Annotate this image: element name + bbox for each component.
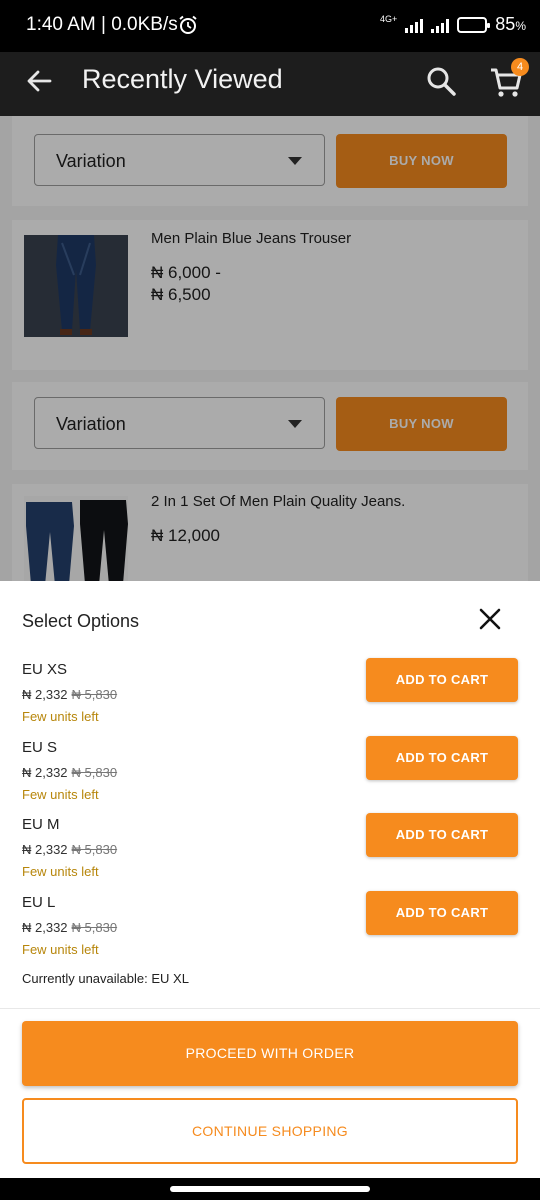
option-price: ₦ 2,332 ₦ 5,830 [22,765,117,780]
home-gesture-handle[interactable] [170,1186,370,1192]
select-options-sheet: Select Options EU XS ₦ 2,332 ₦ 5,830 Few … [0,581,540,1178]
unavailable-sizes-note: Currently unavailable: EU XL [22,971,189,986]
close-icon[interactable] [478,607,502,631]
back-arrow-icon[interactable] [24,66,54,96]
battery-percent-unit: % [515,19,526,33]
add-to-cart-button[interactable]: ADD TO CART [366,891,518,935]
size-option: EU M ₦ 2,332 ₦ 5,830 Few units left ADD T… [0,813,540,894]
stock-status: Few units left [22,942,99,957]
old-price: ₦ 5,830 [71,765,118,780]
page-title: Recently Viewed [82,64,283,94]
sheet-title: Select Options [22,611,140,631]
size-label: EU S [22,739,58,756]
size-label: EU M [22,816,60,833]
status-time: 1:40 AM | 0.0KB/s [26,14,178,35]
status-bar: 1:40 AM | 0.0KB/s 4G+ 85% [0,0,540,52]
old-price: ₦ 5,830 [71,920,118,935]
app-bar: Recently Viewed 4 [0,52,540,116]
option-price: ₦ 2,332 ₦ 5,830 [22,920,117,935]
size-option: EU L ₦ 2,332 ₦ 5,830 Few units left ADD T… [0,891,540,972]
size-option: EU S ₦ 2,332 ₦ 5,830 Few units left ADD T… [0,736,540,817]
stock-status: Few units left [22,864,99,879]
option-price: ₦ 2,332 ₦ 5,830 [22,687,117,702]
current-price: ₦ 2,332 [22,687,68,702]
current-price: ₦ 2,332 [22,765,68,780]
add-to-cart-button[interactable]: ADD TO CART [366,813,518,857]
stock-status: Few units left [22,787,99,802]
option-price: ₦ 2,332 ₦ 5,830 [22,842,117,857]
proceed-with-order-button[interactable]: PROCEED WITH ORDER [22,1021,518,1086]
current-price: ₦ 2,332 [22,920,68,935]
add-to-cart-button[interactable]: ADD TO CART [366,736,518,780]
search-icon[interactable] [424,64,458,98]
network-type-label: 4G+ [380,13,398,24]
system-navigation-bar [0,1178,540,1200]
signal-icon [405,17,424,33]
size-label: EU L [22,894,56,911]
cart-count-badge: 4 [511,58,529,76]
stock-status: Few units left [22,709,99,724]
add-to-cart-button[interactable]: ADD TO CART [366,658,518,702]
old-price: ₦ 5,830 [71,842,118,857]
old-price: ₦ 5,830 [71,687,118,702]
size-option: EU XS ₦ 2,332 ₦ 5,830 Few units left ADD … [0,658,540,739]
current-price: ₦ 2,332 [22,842,68,857]
battery-icon [457,16,491,33]
continue-shopping-button[interactable]: CONTINUE SHOPPING [22,1098,518,1164]
divider [0,1008,540,1009]
modal-scrim[interactable] [0,116,540,581]
alarm-icon [179,15,197,34]
battery-percent: 85% [495,14,526,35]
signal-icon-2 [431,17,450,33]
battery-percent-value: 85 [495,14,516,34]
size-label: EU XS [22,661,68,678]
